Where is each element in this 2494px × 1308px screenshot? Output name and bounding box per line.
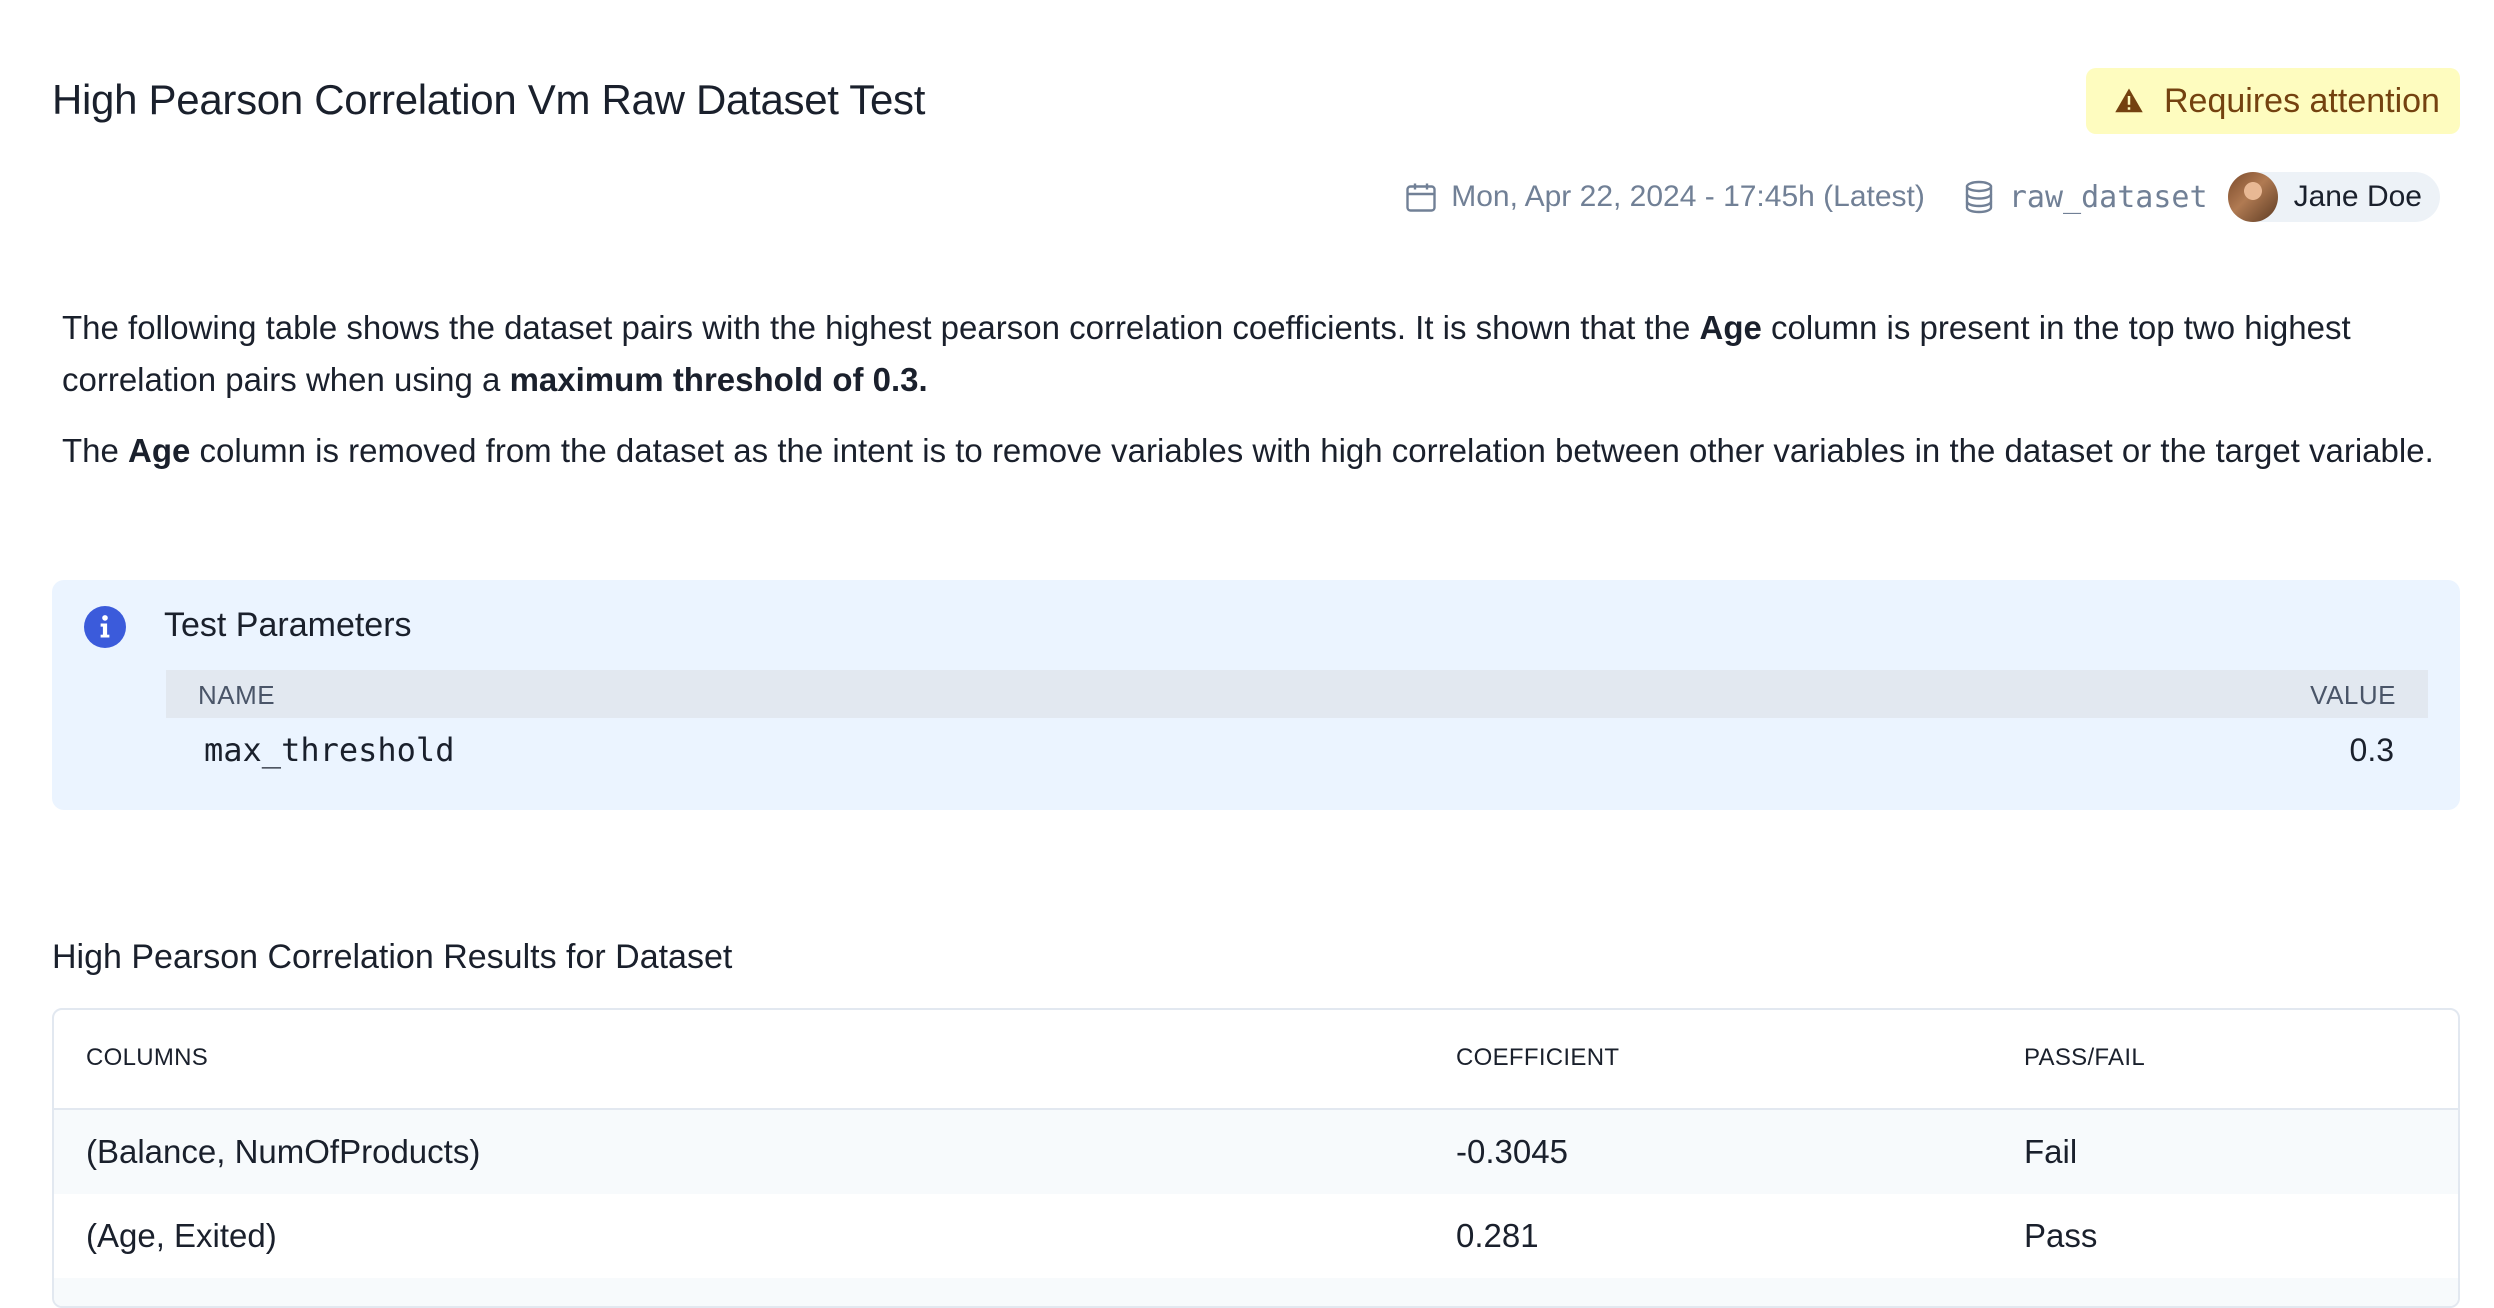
parameters-table-header: NAME VALUE bbox=[166, 670, 2428, 718]
user-chip[interactable]: Jane Doe bbox=[2227, 172, 2440, 222]
row-columns: (Age, Exited) bbox=[86, 1217, 277, 1254]
info-circle-icon bbox=[84, 606, 126, 648]
test-parameters-panel: Test Parameters NAME VALUE max_threshold… bbox=[52, 580, 2460, 810]
pass-fail-header[interactable]: PASS/FAIL bbox=[2024, 1044, 2145, 1072]
status-label: Requires attention bbox=[2164, 81, 2440, 120]
dataset-reference[interactable]: raw_dataset bbox=[1961, 179, 2208, 215]
database-icon bbox=[1965, 180, 1993, 214]
results-title: High Pearson Correlation Results for Dat… bbox=[52, 938, 733, 976]
calendar-icon bbox=[1406, 183, 1436, 212]
row-pass-fail: Pass bbox=[2024, 1217, 2098, 1254]
results-table-header: COLUMNS COEFFICIENT PASS/FAIL bbox=[54, 1010, 2458, 1110]
results-table: COLUMNS COEFFICIENT PASS/FAIL (Balance, … bbox=[52, 1008, 2460, 1308]
status-badge: Requires attention bbox=[2086, 68, 2460, 134]
run-date-label: Mon, Apr 22, 2024 - 17:45h (Latest) bbox=[1451, 180, 1925, 213]
description: The following table shows the dataset pa… bbox=[62, 302, 2452, 496]
table-row bbox=[54, 1278, 2458, 1306]
avatar bbox=[2227, 172, 2278, 222]
test-parameters-title: Test Parameters bbox=[164, 606, 412, 644]
row-coefficient: -0.3045 bbox=[1456, 1133, 1568, 1170]
run-date: Mon, Apr 22, 2024 - 17:45h (Latest) bbox=[1403, 179, 1925, 215]
description-paragraph-2: The Age column is removed from the datas… bbox=[62, 432, 2434, 469]
table-row: (Age, Exited) 0.281 Pass bbox=[54, 1194, 2458, 1278]
coefficient-header[interactable]: COEFFICIENT bbox=[1456, 1044, 1619, 1072]
parameters-value-header: VALUE bbox=[2310, 680, 2396, 710]
row-coefficient: 0.281 bbox=[1456, 1217, 1539, 1254]
parameters-name-header: NAME bbox=[198, 680, 276, 710]
columns-header[interactable]: COLUMNS bbox=[86, 1044, 208, 1072]
row-columns: (Balance, NumOfProducts) bbox=[86, 1133, 481, 1170]
parameter-value: 0.3 bbox=[2349, 732, 2394, 768]
table-row: (Balance, NumOfProducts) -0.3045 Fail bbox=[54, 1110, 2458, 1194]
page-title: High Pearson Correlation Vm Raw Dataset … bbox=[52, 76, 926, 123]
description-paragraph-1: The following table shows the dataset pa… bbox=[62, 309, 2351, 398]
meta-row: Mon, Apr 22, 2024 - 17:45h (Latest) raw_… bbox=[1403, 170, 2440, 224]
warning-triangle-icon bbox=[2115, 88, 2143, 113]
parameter-name: max_threshold bbox=[204, 731, 455, 769]
user-name: Jane Doe bbox=[2293, 180, 2422, 213]
row-pass-fail: Fail bbox=[2024, 1133, 2078, 1170]
dataset-label: raw_dataset bbox=[2008, 179, 2208, 215]
